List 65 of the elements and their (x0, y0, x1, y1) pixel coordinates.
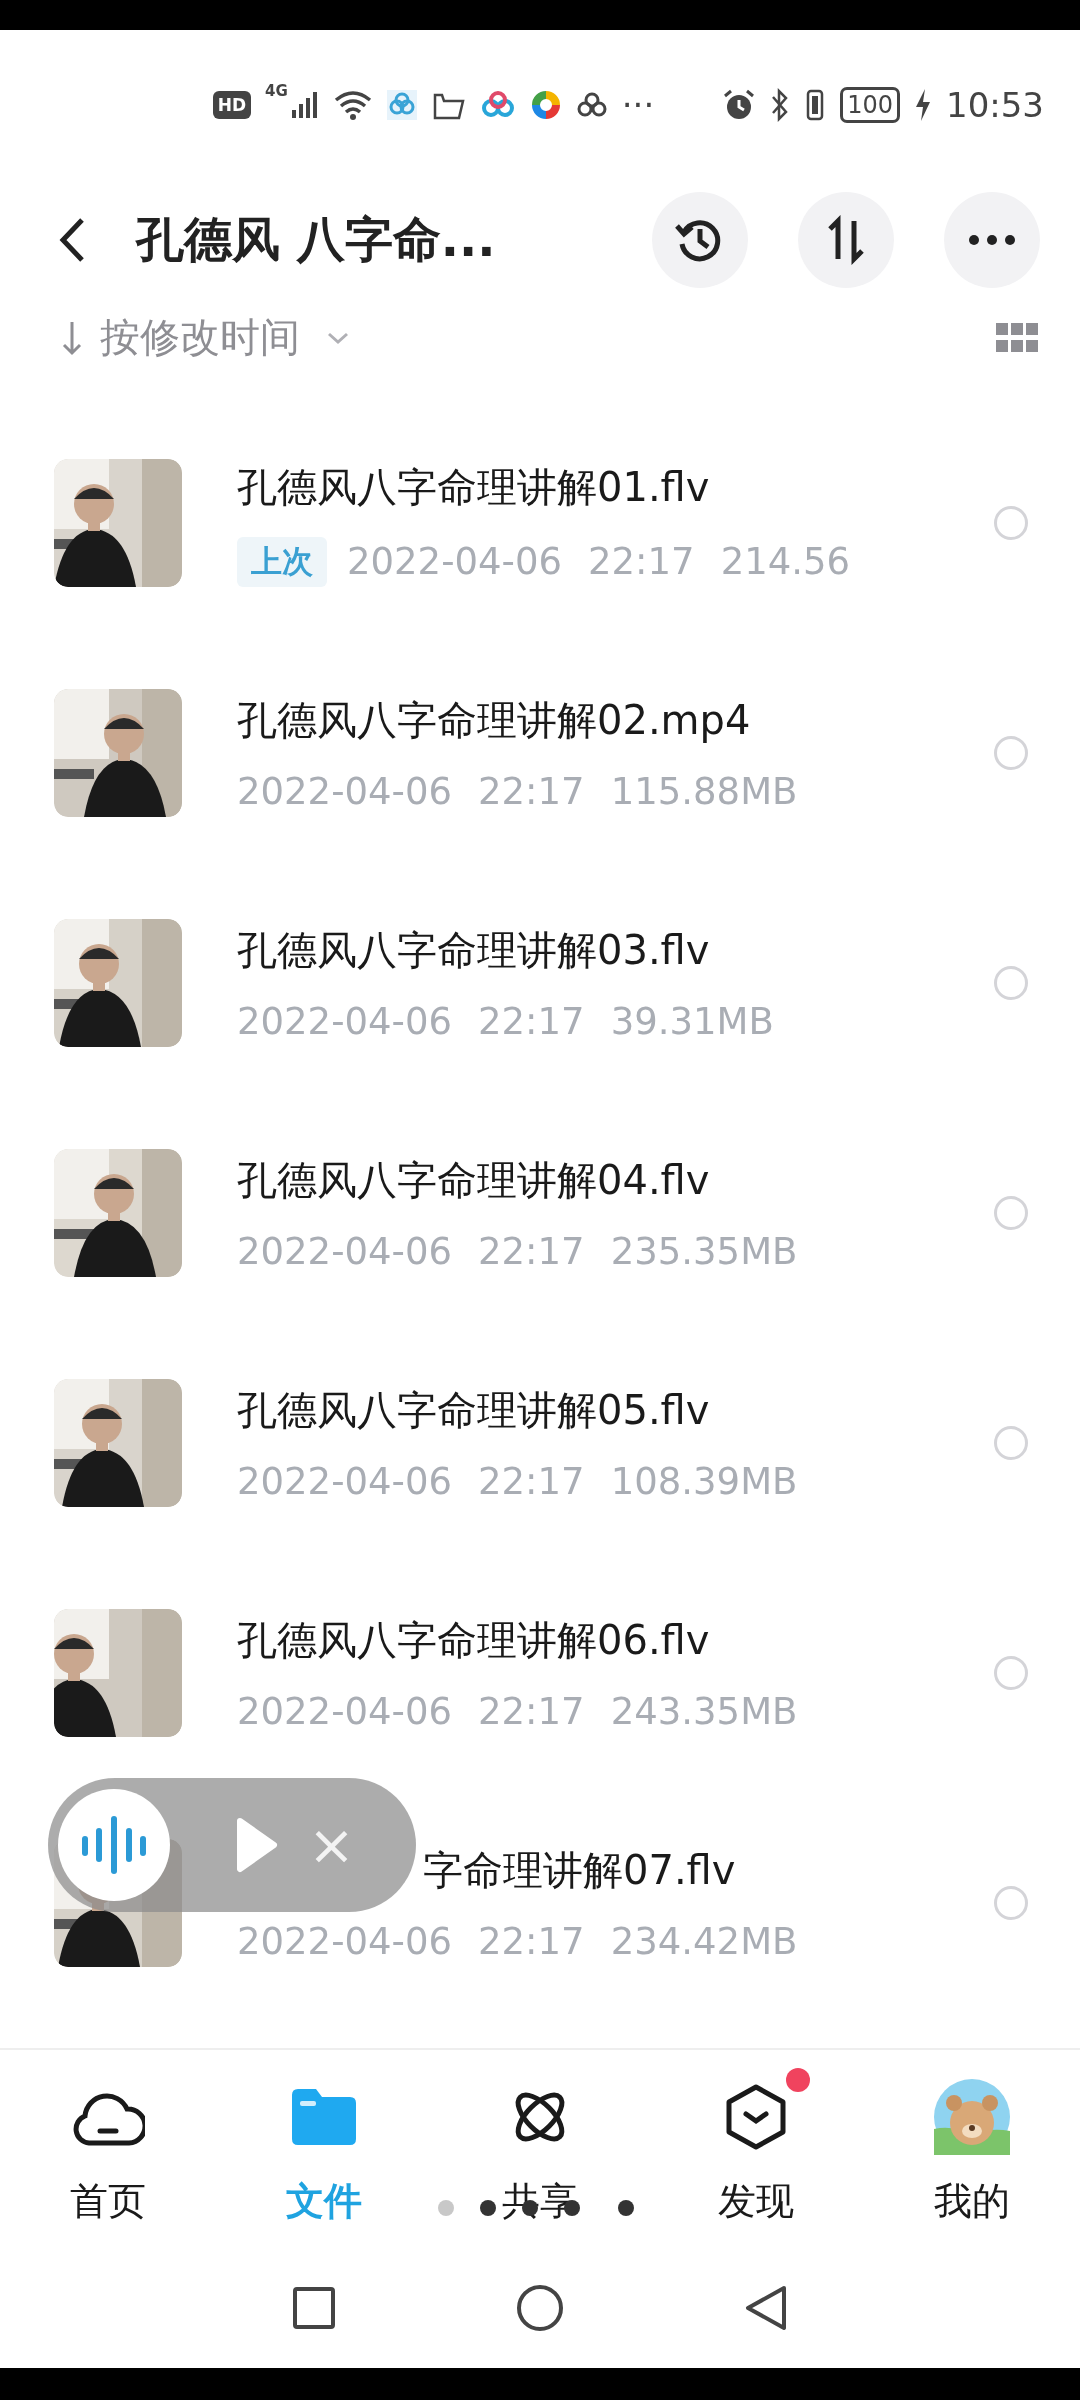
file-size: 115.88MB (610, 770, 798, 813)
file-time: 22:17 (478, 770, 585, 813)
file-time: 22:17 (478, 1230, 585, 1273)
file-name[interactable]: 孔德风八字命理讲解06.flv (237, 1613, 994, 1668)
more-notifications-icon: ··· (621, 85, 655, 125)
file-size: 108.39MB (610, 1460, 798, 1503)
play-button[interactable] (236, 1817, 278, 1873)
clock-time: 10:53 (946, 85, 1044, 125)
file-date: 2022-04-06 (237, 1000, 453, 1043)
file-time: 22:17 (478, 1690, 585, 1733)
wifi-icon (333, 90, 372, 120)
file-name[interactable]: 孔德风八字命理讲解05.flv (237, 1383, 994, 1438)
file-date: 2022-04-06 (237, 1230, 453, 1273)
file-size: 214.56 (720, 540, 851, 583)
file-time: 22:17 (478, 1460, 585, 1503)
battery-icon: 100 (840, 87, 900, 123)
back-triangle-icon[interactable] (744, 2284, 788, 2332)
folder-title: 孔德风 八字命... (136, 210, 497, 269)
nav-tab[interactable]: 发现 (648, 2064, 864, 2248)
signal-icon (289, 90, 320, 120)
file-date: 2022-04-06 (237, 1690, 453, 1733)
file-date: 2022-04-06 (237, 1460, 453, 1503)
last-played-tag: 上次 (237, 536, 327, 587)
hd-icon: HD (212, 91, 251, 119)
file-name[interactable]: 字命理讲解07.flv (423, 1843, 736, 1898)
charging-icon (914, 88, 932, 122)
select-radio[interactable] (994, 736, 1028, 770)
file-name[interactable]: 孔德风八字命理讲解02.mp4 (237, 693, 994, 748)
cloud-app-icon (385, 89, 418, 121)
back-icon[interactable] (58, 217, 86, 263)
select-radio[interactable] (994, 966, 1028, 1000)
sound-wave-icon (79, 1815, 149, 1875)
file-size: 243.35MB (610, 1690, 798, 1733)
folder-icon (290, 2087, 358, 2147)
network-label: 4G (265, 82, 288, 100)
home-circle-icon[interactable] (516, 2284, 564, 2332)
alarm-icon (722, 88, 757, 122)
nav-tab[interactable]: 首页 (0, 2064, 216, 2248)
file-date: 2022-04-06 (347, 540, 563, 583)
file-time: 22:17 (588, 540, 695, 583)
select-radio[interactable] (994, 1196, 1028, 1230)
recent-apps-icon[interactable] (292, 2286, 336, 2330)
select-radio[interactable] (994, 1656, 1028, 1690)
file-date: 2022-04-06 (237, 770, 453, 813)
file-name[interactable]: 孔德风八字命理讲解01.flv (237, 459, 994, 515)
grid-view-icon[interactable] (996, 322, 1038, 353)
nav-tab[interactable]: 我的 (864, 2064, 1080, 2248)
file-time: 22:17 (478, 1920, 585, 1963)
cloud-app-icon (479, 90, 516, 120)
down-arrow-icon (62, 319, 82, 356)
file-size: 39.31MB (610, 1000, 774, 1043)
chevron-down-icon[interactable] (326, 330, 350, 345)
cloud-app-icon (575, 91, 608, 119)
select-radio[interactable] (994, 1886, 1028, 1920)
more-icon (967, 233, 1017, 247)
file-size: 235.35MB (610, 1230, 798, 1273)
file-name[interactable]: 孔德风八字命理讲解03.flv (237, 923, 994, 978)
file-size: 234.42MB (610, 1920, 798, 1963)
file-date: 2022-04-06 (237, 1920, 453, 1963)
hexagon-icon (724, 2084, 788, 2150)
colorful-ring-icon (529, 89, 562, 121)
file-name[interactable]: 孔德风八字命理讲解04.flv (237, 1153, 994, 1208)
file-time: 22:17 (478, 1000, 585, 1043)
select-radio[interactable] (994, 506, 1028, 540)
select-radio[interactable] (994, 1426, 1028, 1460)
